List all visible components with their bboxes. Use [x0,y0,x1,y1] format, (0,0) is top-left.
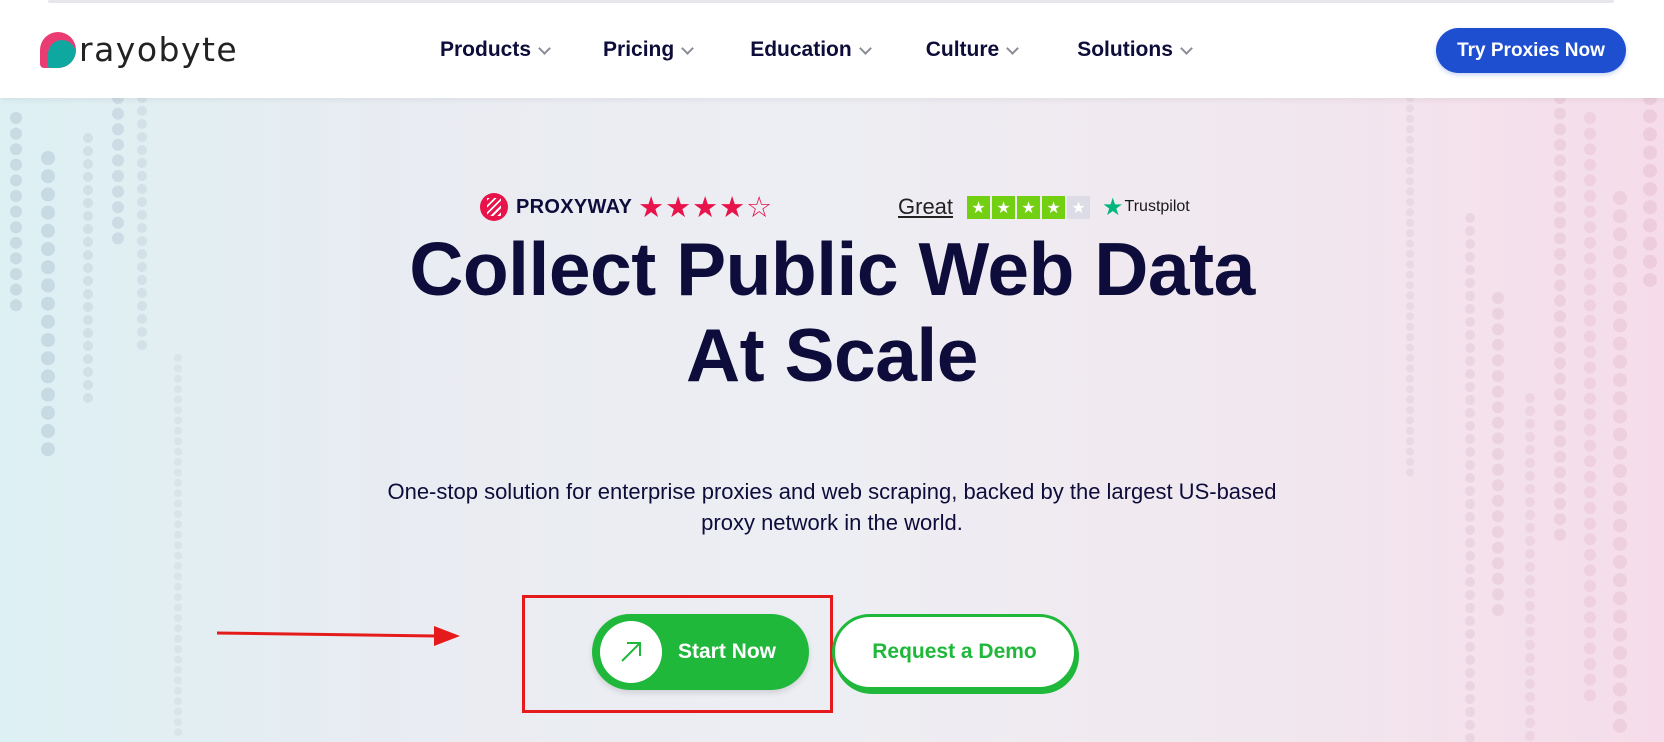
chevron-down-icon [1006,41,1020,55]
proxyway-rating[interactable]: PROXYWAY ★ ★ ★ ★ ☆ [480,190,773,224]
chevron-down-icon [538,41,551,55]
trustpilot-star-filled-icon: ★ [992,195,1016,219]
trustpilot-brand: Trustpilot [1124,198,1190,215]
logo-text: rayobyte [79,30,239,69]
chevron-down-icon [681,41,695,55]
nav-item-label: Products [440,38,532,61]
start-now-button[interactable]: Start Now [592,614,809,690]
trustpilot-label: Great [898,194,954,219]
subtext-line-1: One-stop solution for enterprise proxies… [387,479,1277,504]
header-top-divider [48,0,1614,3]
trustpilot-stars: ★ ★ ★ ★ ★ [967,195,1092,219]
nav-item-label: Culture [925,38,1000,61]
start-circle [600,621,662,683]
trustpilot-star-filled-icon: ★ [1042,195,1066,219]
hero-headline: Collect Public Web Data At Scale [0,226,1664,398]
site-header: rayobyte Products Pricing Education Cult… [0,0,1664,98]
nav-item-label: Pricing [603,38,675,61]
headline-line-1: Collect Public Web Data [409,227,1255,311]
proxyway-logo-icon [480,193,508,221]
star-filled-icon: ★ [692,190,719,224]
chevron-down-icon [1180,41,1193,55]
star-outline-icon: ☆ [746,190,773,224]
trustpilot-star-filled-icon: ★ [1017,195,1041,219]
annotation-arrow-icon [216,626,460,646]
hero-section: PROXYWAY ★ ★ ★ ★ ☆ Great ★ ★ ★ ★ ★ ★ Trustpilot … [0,98,1664,742]
nav-item-solutions[interactable]: Solutions [1077,34,1193,66]
proxyway-stars: ★ ★ ★ ★ ☆ [638,192,773,222]
hero-subtext: One-stop solution for enterprise proxies… [352,476,1312,538]
nav-item-label: Education [750,38,852,61]
trustpilot-star-filled-icon: ★ [967,195,991,219]
chevron-down-icon [858,41,872,55]
trustpilot-logo: ★ Trustpilot [1102,195,1190,219]
subtext-line-2: proxy network in the world. [701,510,963,535]
star-filled-icon: ★ [665,190,692,224]
trustpilot-rating[interactable]: Great ★ ★ ★ ★ ★ ★ Trustpilot [898,190,1190,224]
rayobyte-logo-icon [40,32,76,68]
nav-item-label: Solutions [1077,38,1173,61]
star-filled-icon: ★ [719,190,746,224]
trustpilot-star-empty-icon: ★ [1067,195,1091,219]
main-nav: Products Pricing Education Culture Solut… [440,34,1235,66]
headline-line-2: At Scale [686,313,978,397]
rayobyte-logo[interactable]: rayobyte [40,30,238,70]
nav-item-pricing[interactable]: Pricing [603,34,695,66]
request-demo-button[interactable]: Request a Demo [832,614,1077,690]
ratings-row: PROXYWAY ★ ★ ★ ★ ☆ Great ★ ★ ★ ★ ★ ★ Trustpilot [0,190,1664,224]
proxyway-name: PROXYWAY [516,195,633,218]
start-now-label: Start Now [678,640,777,663]
nav-item-culture[interactable]: Culture [925,34,1020,66]
arrow-up-right-icon [621,642,641,662]
try-proxies-button[interactable]: Try Proxies Now [1436,28,1626,73]
nav-item-education[interactable]: Education [750,34,872,66]
nav-item-products[interactable]: Products [440,34,551,66]
trustpilot-star-icon: ★ [1102,193,1124,221]
star-filled-icon: ★ [638,190,665,224]
